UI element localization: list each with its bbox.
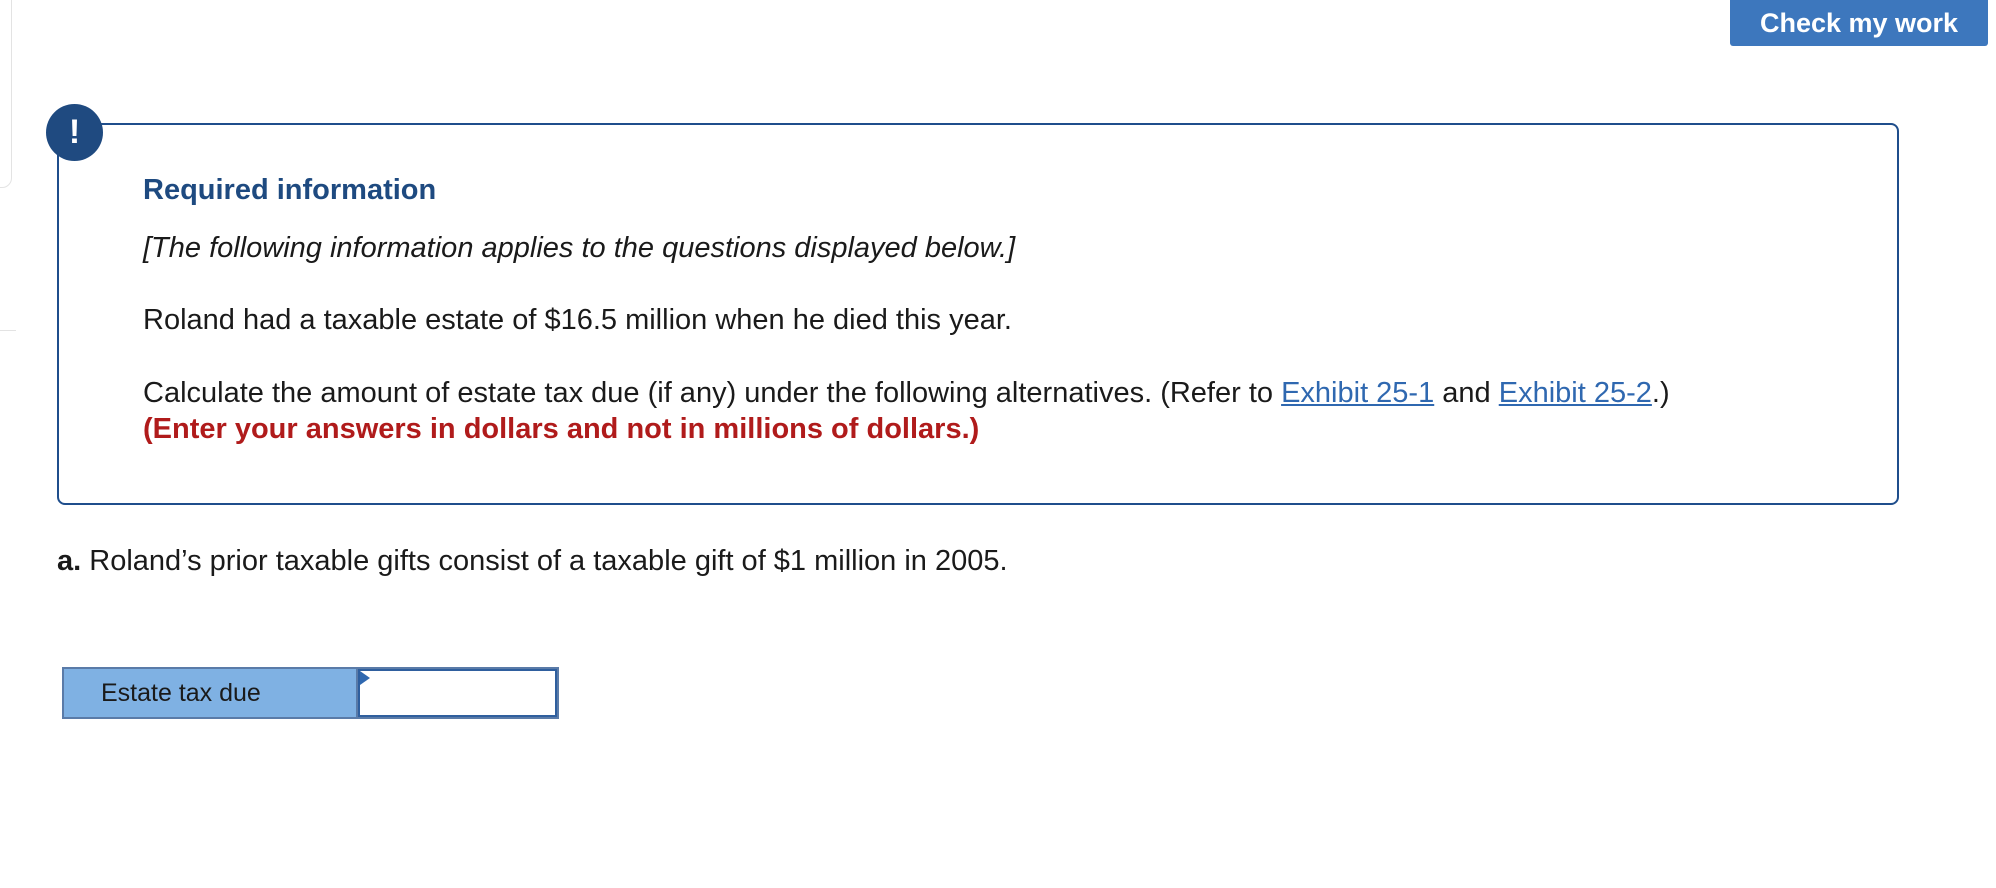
question-a: a. Roland’s prior taxable gifts consist … <box>57 545 1008 578</box>
instructions-mid: and <box>1434 377 1499 409</box>
instructions-text: Calculate the amount of estate tax due (… <box>143 377 1670 410</box>
page: Check my work ! Required information [Th… <box>0 0 1996 888</box>
question-text: Roland’s prior taxable gifts consist of … <box>81 545 1008 577</box>
estate-info-text: Roland had a taxable estate of $16.5 mil… <box>143 304 1012 336</box>
estate-tax-due-input[interactable] <box>360 671 555 715</box>
required-information-title: Required information <box>143 174 437 206</box>
instructions-prefix: Calculate the amount of estate tax due (… <box>143 377 1282 409</box>
cell-marker-icon <box>360 671 370 685</box>
answer-table: Estate tax due <box>62 667 559 719</box>
exhibit-25-2-link[interactable]: Exhibit 25-2 <box>1499 377 1652 409</box>
exhibit-25-1-link[interactable]: Exhibit 25-1 <box>1281 377 1434 409</box>
estate-tax-due-label: Estate tax due <box>64 669 358 717</box>
exclamation-icon: ! <box>46 104 103 161</box>
instructions-suffix: .) <box>1651 377 1670 409</box>
left-side-panel-edge <box>0 0 12 188</box>
estate-tax-due-cell <box>358 669 557 717</box>
left-divider <box>0 330 16 331</box>
dollar-instruction: (Enter your answers in dollars and not i… <box>143 413 980 445</box>
required-information-subtitle: [The following information applies to th… <box>143 232 1016 264</box>
question-prefix: a. <box>57 545 82 577</box>
check-my-work-button[interactable]: Check my work <box>1730 0 1988 46</box>
